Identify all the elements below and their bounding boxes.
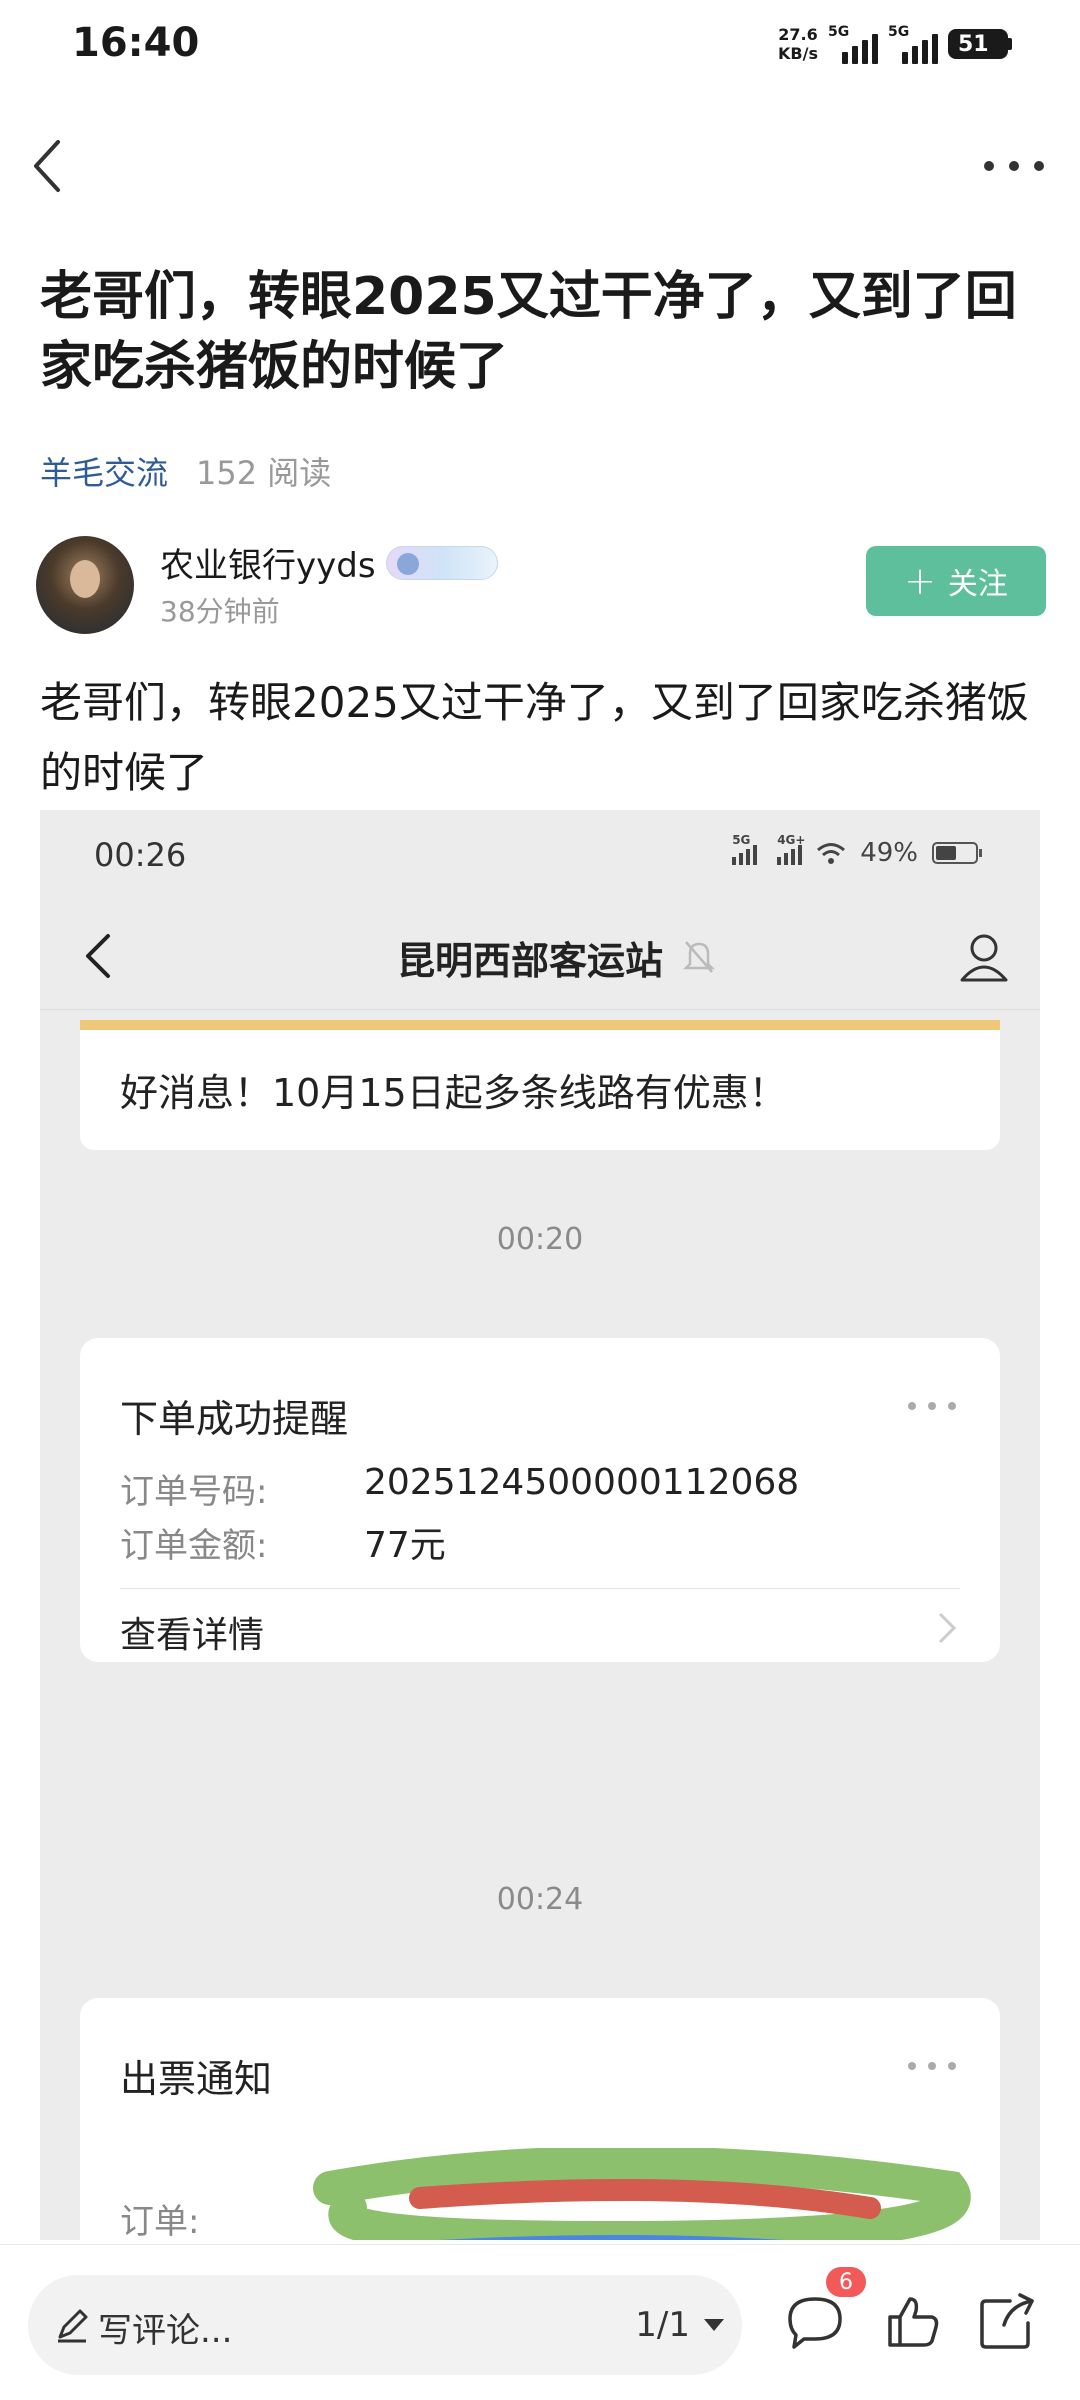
status-bar: 16:40 27.6 KB/s 5G 5G 51	[0, 0, 1080, 96]
image-status-icons: 5G 4G+ 49%	[732, 833, 982, 868]
order-label: 订单:	[120, 2202, 200, 2240]
order-success-card: 下单成功提醒 订单号码: 20251245000001​12068 订单金额: …	[80, 1338, 1000, 1662]
more-dots-icon	[908, 2062, 956, 2072]
notice-text: 好消息！10月15日起多条线路有优惠！	[120, 1071, 787, 1115]
avatar[interactable]	[36, 536, 134, 634]
network-speed: 27.6 KB/s	[778, 25, 818, 63]
image-battery-text: 49%	[860, 838, 918, 868]
page-selector[interactable]: 1/1	[635, 2305, 724, 2345]
back-button[interactable]	[20, 134, 80, 194]
plus-icon: +	[904, 559, 936, 603]
read-count: 152 阅读	[196, 454, 332, 492]
author-name-row[interactable]: 农业银行yyds	[160, 538, 498, 587]
card-title: 下单成功提醒	[120, 1397, 349, 1441]
follow-label: 关注	[947, 567, 1008, 602]
image-chat-title: 昆明西部客运站	[396, 939, 663, 983]
comment-placeholder: 写评论...	[98, 2311, 233, 2351]
card-title-2: 出票通知	[120, 2057, 273, 2101]
user-icon	[960, 934, 1008, 982]
post-time: 38分钟前	[160, 595, 280, 628]
bottom-bar: 写评论... 1/1 6	[0, 2244, 1080, 2400]
author-row: 农业银行yyds 38分钟前 + 关注	[36, 536, 1046, 636]
user-badge-icon	[385, 545, 498, 580]
chevron-right-icon	[938, 1612, 957, 1644]
signal-icon-2: 4G+	[777, 833, 805, 865]
more-dots-icon	[984, 161, 994, 171]
thumbs-up-icon[interactable]	[880, 2289, 946, 2355]
image-status-time: 00:26	[94, 836, 187, 874]
status-time: 16:40	[72, 20, 200, 66]
order-amount-label: 订单金额:	[120, 1526, 268, 1566]
share-icon[interactable]	[974, 2289, 1040, 2355]
top-nav	[0, 120, 1080, 212]
order-no-value: 20251245000001​12068	[364, 1462, 800, 1503]
image-status-bar: 00:26 5G 4G+ 49%	[40, 810, 1040, 900]
status-icons: 27.6 KB/s 5G 5G 51	[778, 22, 1012, 66]
author-name: 农业银行yyds	[160, 546, 376, 586]
redaction-scribble	[313, 2148, 971, 2240]
bell-muted-icon	[682, 941, 716, 973]
more-dots-icon	[908, 1402, 956, 1412]
signal-icon-2: 5G	[888, 24, 938, 64]
post-title: 老哥们，转眼2025又过干净了，又到了回家吃杀猪饭的时候了	[40, 267, 1017, 397]
message-timestamp: 00:20	[496, 1222, 584, 1257]
comment-count-badge: 6	[826, 2267, 866, 2297]
battery-icon	[932, 842, 982, 864]
follow-button[interactable]: + 关注	[866, 546, 1046, 616]
category-link[interactable]: 羊毛交流	[40, 448, 168, 494]
battery-icon: 51	[948, 29, 1012, 59]
order-no-label: 订单号码:	[120, 1472, 268, 1512]
caret-down-icon	[704, 2319, 724, 2331]
wifi-icon	[817, 843, 846, 864]
comment-input[interactable]: 写评论... 1/1	[28, 2275, 742, 2375]
message-timestamp-2: 00:24	[496, 1882, 584, 1917]
page-indicator: 1/1	[635, 2305, 690, 2345]
signal-icon: 5G	[828, 24, 878, 64]
post-meta: 羊毛交流 152 阅读	[40, 448, 331, 494]
more-button[interactable]	[984, 138, 1044, 194]
order-amount-value: 77元	[364, 1525, 446, 1566]
chevron-left-icon	[34, 140, 60, 192]
post-image[interactable]: 00:26 5G 4G+ 49% 昆明西部客运站 好消息！10月15日起多条线路…	[40, 810, 1040, 2240]
comment-icon[interactable]	[782, 2289, 848, 2355]
ticket-notice-card: 出票通知 订单:	[80, 1998, 1000, 2240]
signal-icon: 5G	[732, 833, 758, 865]
divider	[120, 1588, 960, 1589]
image-nav: 昆明西部客运站	[40, 900, 1040, 1010]
pencil-icon	[58, 2309, 88, 2343]
notice-card: 好消息！10月15日起多条线路有优惠！	[80, 1020, 1000, 1150]
post-body: 老哥们，转眼2025又过干净了，又到了回家吃杀猪饭的时候了	[40, 678, 1029, 797]
view-details-link: 查看详情	[120, 1615, 265, 1656]
